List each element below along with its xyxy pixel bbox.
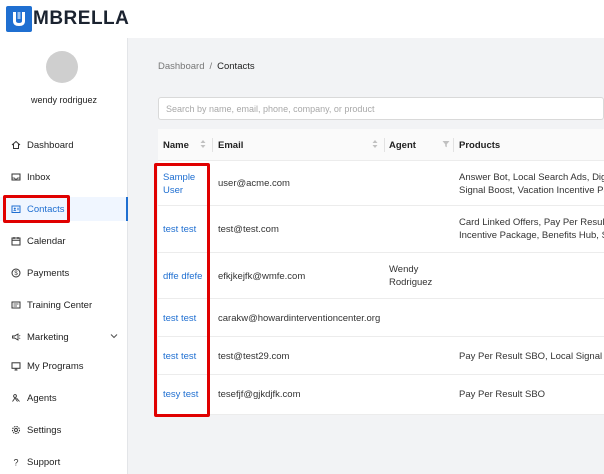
sidebar-item-label: Inbox: [27, 171, 51, 183]
column-divider: [212, 138, 213, 152]
home-icon: [10, 139, 22, 151]
sidebar-item-training-center[interactable]: Training Center: [0, 293, 128, 317]
user-name: wendy rodriguez: [30, 95, 98, 105]
table-row[interactable]: tesy test tesefjf@gjkdjfk.com Pay Per Re…: [158, 375, 604, 415]
sidebar-item-my-programs[interactable]: My Programs: [0, 354, 128, 378]
top-bar: MBRELLA: [0, 0, 604, 38]
contact-email: test@test.com: [218, 224, 279, 235]
chevron-down-icon[interactable]: [110, 332, 118, 343]
sort-icon[interactable]: [372, 139, 378, 152]
sidebar-item-label: Calendar: [27, 235, 66, 247]
megaphone-icon: [10, 331, 22, 343]
monitor-icon: [10, 360, 22, 372]
column-header-products[interactable]: Products: [459, 129, 500, 161]
inbox-icon: [10, 171, 22, 183]
contacts-table: Name Email Agent Products Sample User us…: [158, 129, 604, 415]
contact-products: Pay Per Result SBO: [459, 389, 546, 400]
sidebar-item-support[interactable]: ? Support: [0, 450, 128, 474]
contact-email: carakw@howardinterventioncenter.org: [218, 313, 381, 324]
breadcrumb-current: Contacts: [217, 61, 255, 72]
contact-email: tesefjf@gjkdjfk.com: [218, 389, 301, 400]
sidebar-item-label: Payments: [27, 267, 70, 279]
sidebar-item-settings[interactable]: Settings: [0, 418, 128, 442]
table-header: Name Email Agent Products: [158, 129, 604, 161]
calendar-icon: [10, 235, 22, 247]
search-input[interactable]: [158, 97, 604, 120]
question-icon: ?: [10, 456, 22, 468]
sidebar-item-label: My Programs: [27, 360, 84, 372]
brand-name: MBRELLA: [33, 8, 130, 29]
filter-icon[interactable]: [442, 140, 450, 151]
column-header-name[interactable]: Name: [163, 129, 189, 161]
name-column-highlight-box: [154, 163, 210, 417]
contact-products: Card Linked Offers, Pay Per Result S Inc…: [459, 217, 604, 241]
sidebar-item-payments[interactable]: $ Payments: [0, 261, 128, 285]
table-row[interactable]: test test carakw@howardinterventioncente…: [158, 299, 604, 337]
gear-icon: [10, 424, 22, 436]
training-icon: [10, 299, 22, 311]
column-header-email[interactable]: Email: [218, 129, 243, 161]
breadcrumb-dashboard-link[interactable]: Dashboard: [158, 61, 204, 72]
agents-icon: [10, 392, 22, 404]
table-row[interactable]: dffe dfefe efkjkejfk@wmfe.com Wendy Rodr…: [158, 253, 604, 299]
brand-logo[interactable]: MBRELLA: [6, 6, 129, 32]
sidebar-item-agents[interactable]: Agents: [0, 386, 128, 410]
sidebar-item-label: Settings: [27, 424, 62, 436]
contact-email: user@acme.com: [218, 178, 290, 189]
avatar[interactable]: [46, 51, 78, 83]
table-row[interactable]: test test test@test.com Card Linked Offe…: [158, 206, 604, 253]
contact-email: efkjkejfk@wmfe.com: [218, 271, 306, 282]
contact-agent: Wendy Rodriguez: [389, 264, 433, 288]
sidebar: wendy rodriguez Dashboard Inbox Contacts…: [0, 38, 128, 474]
contact-products: Answer Bot, Local Search Ads, Digit Sign…: [459, 172, 604, 196]
contact-email: test@test29.com: [218, 351, 290, 362]
column-divider: [453, 138, 454, 152]
svg-text:?: ?: [13, 458, 18, 468]
sidebar-item-label: Training Center: [27, 299, 93, 311]
sidebar-item-label: Marketing: [27, 331, 69, 343]
column-divider: [384, 138, 385, 152]
table-row[interactable]: Sample User user@acme.com Answer Bot, Lo…: [158, 161, 604, 206]
dollar-icon: $: [10, 267, 22, 279]
breadcrumb-separator: /: [209, 61, 213, 72]
sidebar-item-dashboard[interactable]: Dashboard: [0, 133, 128, 157]
sidebar-item-label: Dashboard: [27, 139, 74, 151]
breadcrumb: Dashboard / Contacts: [158, 61, 255, 72]
table-row[interactable]: test test test@test29.com Pay Per Result…: [158, 337, 604, 375]
column-header-agent[interactable]: Agent: [389, 129, 416, 161]
sidebar-item-label: Agents: [27, 392, 57, 404]
sort-icon[interactable]: [200, 139, 206, 152]
contact-products: Pay Per Result SBO, Local Signal Boo: [459, 351, 604, 362]
contacts-highlight-box: [3, 195, 70, 223]
sidebar-item-calendar[interactable]: Calendar: [0, 229, 128, 253]
sidebar-item-marketing[interactable]: Marketing: [0, 325, 128, 349]
sidebar-item-label: Support: [27, 456, 61, 468]
umbrella-logo-icon: [6, 6, 32, 32]
sidebar-item-inbox[interactable]: Inbox: [0, 165, 128, 189]
